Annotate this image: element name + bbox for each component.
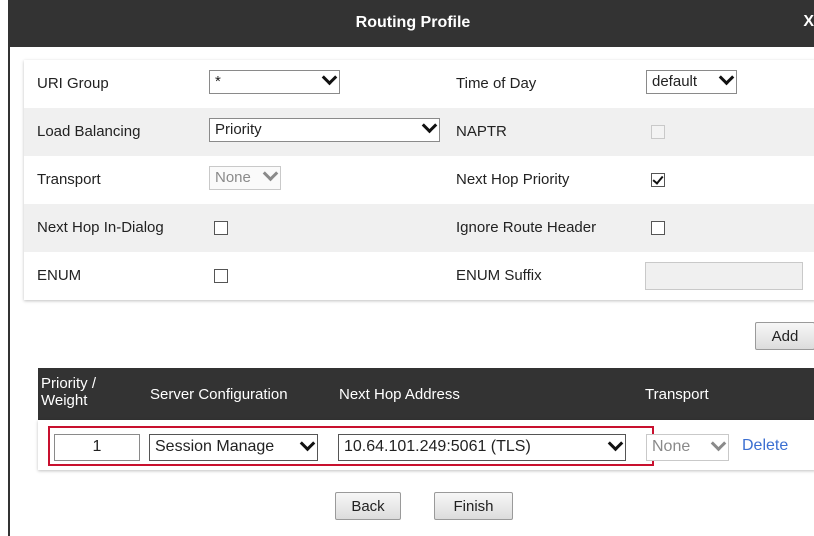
uri-group-value: * xyxy=(215,73,221,90)
close-icon[interactable]: X xyxy=(803,13,814,31)
finish-button[interactable]: Finish xyxy=(434,492,513,520)
chevron-down-icon xyxy=(421,117,438,134)
enum-checkbox[interactable] xyxy=(214,269,228,283)
next-hop-address-header: Next Hop Address xyxy=(339,386,460,403)
uri-group-select[interactable]: * xyxy=(209,69,340,94)
routing-profile-form: URI Group * Time of Day default Load Bal… xyxy=(24,60,814,300)
delete-link[interactable]: Delete xyxy=(742,437,788,455)
load-balancing-value: Priority xyxy=(215,121,262,138)
priority-weight-header: Priority / Weight xyxy=(41,375,96,409)
priority-header-line2: Weight xyxy=(41,392,88,409)
time-of-day-value: default xyxy=(652,73,698,90)
time-of-day-label: Time of Day xyxy=(456,75,537,92)
dialog-titlebar: Routing Profile X xyxy=(10,0,814,47)
transport-select: None xyxy=(209,165,281,190)
checkmark-icon xyxy=(652,173,664,185)
load-balancing-select[interactable]: Priority xyxy=(209,117,440,142)
table-row: 1 Session Manage 10.64.101.249:5061 (TLS… xyxy=(38,420,814,470)
next-hop-address-value: 10.64.101.249:5061 (TLS) xyxy=(344,438,531,455)
ignore-route-header-label: Ignore Route Header xyxy=(456,219,597,236)
priority-input[interactable]: 1 xyxy=(54,434,140,461)
row-transport-select: None xyxy=(646,434,729,461)
form-row-uri-group: URI Group * Time of Day default xyxy=(24,60,814,108)
dialog-title: Routing Profile xyxy=(355,14,471,31)
next-hop-in-dialog-checkbox[interactable] xyxy=(214,221,228,235)
uri-group-label: URI Group xyxy=(37,75,109,92)
chevron-down-icon xyxy=(710,435,727,452)
chevron-down-icon xyxy=(718,69,735,86)
next-hop-priority-checkbox[interactable] xyxy=(651,173,665,187)
routing-profile-dialog: Routing Profile X URI Group * Time of Da… xyxy=(8,0,814,536)
priority-header-line1: Priority / xyxy=(41,375,97,392)
routes-table-header: Priority / Weight Server Configuration N… xyxy=(38,368,814,420)
server-configuration-select[interactable]: Session Manage xyxy=(149,434,318,461)
next-hop-priority-label: Next Hop Priority xyxy=(456,171,570,188)
server-configuration-value: Session Manage xyxy=(155,438,275,455)
back-button[interactable]: Back xyxy=(335,492,401,520)
load-balancing-label: Load Balancing xyxy=(37,123,141,140)
naptr-label: NAPTR xyxy=(456,123,507,140)
enum-suffix-label: ENUM Suffix xyxy=(456,267,542,284)
add-button[interactable]: Add xyxy=(755,322,814,350)
chevron-down-icon xyxy=(299,435,316,452)
chevron-down-icon xyxy=(607,435,624,452)
form-row-enum: ENUM ENUM Suffix xyxy=(24,252,814,300)
chevron-down-icon xyxy=(262,165,279,182)
next-hop-in-dialog-label: Next Hop In-Dialog xyxy=(37,219,164,236)
enum-label: ENUM xyxy=(37,267,82,284)
server-configuration-header: Server Configuration xyxy=(150,386,288,403)
chevron-down-icon xyxy=(321,69,338,86)
next-hop-address-select[interactable]: 10.64.101.249:5061 (TLS) xyxy=(338,434,626,461)
naptr-checkbox xyxy=(651,125,665,139)
time-of-day-select[interactable]: default xyxy=(646,69,737,94)
transport-value: None xyxy=(215,169,251,186)
form-row-next-hop-in-dialog: Next Hop In-Dialog Ignore Route Header xyxy=(24,204,814,252)
row-transport-value: None xyxy=(652,438,691,455)
ignore-route-header-checkbox[interactable] xyxy=(651,221,665,235)
form-row-load-balancing: Load Balancing Priority NAPTR xyxy=(24,108,814,156)
enum-suffix-field xyxy=(645,262,803,290)
form-row-transport: Transport None Next Hop Priority xyxy=(24,156,814,204)
transport-label: Transport xyxy=(37,171,101,188)
transport-header: Transport xyxy=(645,386,709,403)
